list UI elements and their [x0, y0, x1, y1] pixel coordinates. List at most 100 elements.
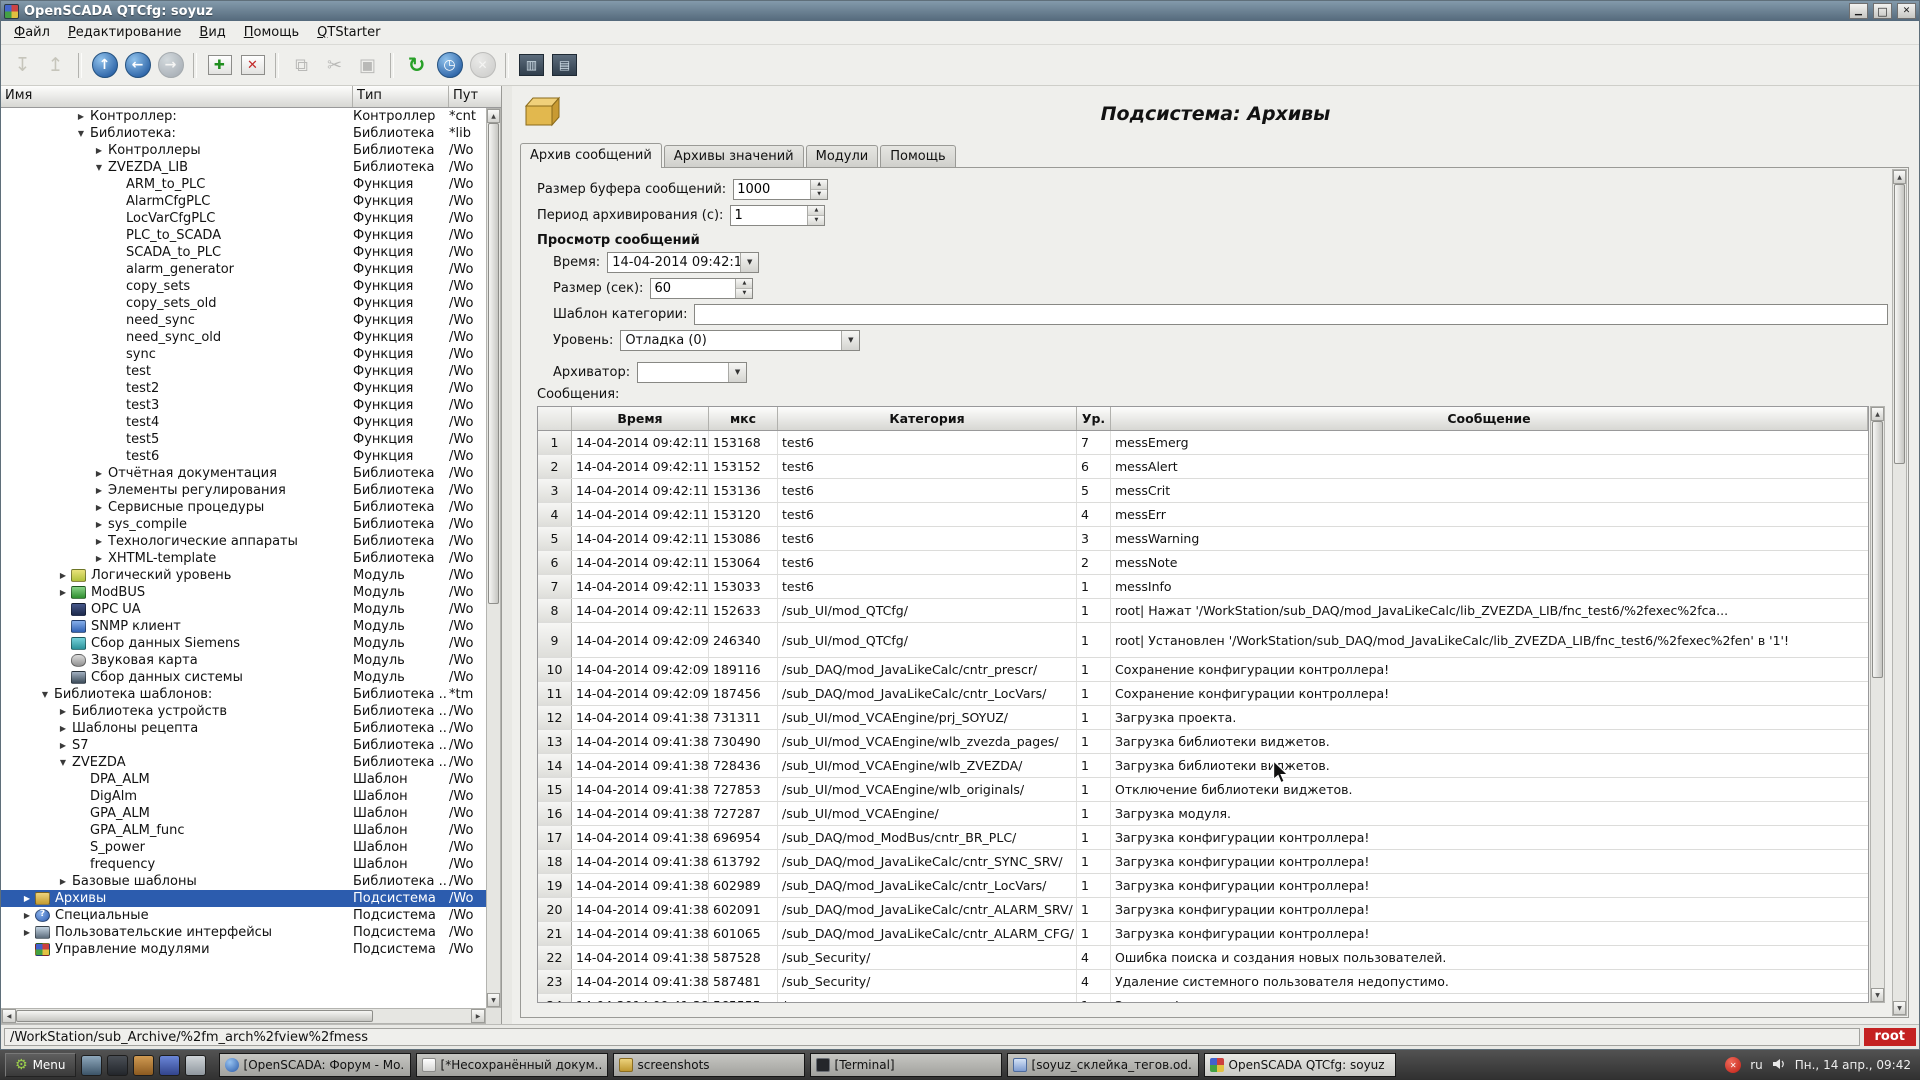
scroll-track[interactable] — [1893, 184, 1906, 1001]
tree-item[interactable]: AlarmCfgPLCФункция/Wo — [1, 193, 486, 210]
message-row[interactable]: 1214-04-2014 09:41:38731311/sub_UI/mod_V… — [538, 706, 1868, 730]
taskbar-task-2[interactable]: [*Несохранённый докум... — [416, 1053, 608, 1077]
tree-item[interactable]: copy_sets_oldФункция/Wo — [1, 295, 486, 312]
expander-toggle-icon[interactable] — [73, 125, 89, 142]
chevron-down-icon[interactable] — [740, 253, 758, 272]
expander-toggle-icon[interactable] — [19, 924, 35, 941]
tree-item[interactable]: КонтроллерыБиблиотека/Wo — [1, 142, 486, 159]
scroll-track[interactable] — [16, 1009, 471, 1023]
tree-item[interactable]: OPC UAМодуль/Wo — [1, 601, 486, 618]
expander-toggle-icon[interactable] — [91, 465, 107, 482]
tree-item[interactable]: test5Функция/Wo — [1, 431, 486, 448]
show-desktop-icon[interactable] — [81, 1055, 102, 1076]
tree-item[interactable]: test4Функция/Wo — [1, 414, 486, 431]
clock[interactable]: Пн., 14 апр., 09:42 — [1795, 1058, 1911, 1072]
manager-window-icon[interactable]: ▥ — [516, 50, 547, 81]
scroll-track[interactable] — [1871, 421, 1884, 988]
tree-item[interactable]: Звуковая картаМодуль/Wo — [1, 652, 486, 669]
tree-item[interactable]: ModBUSМодуль/Wo — [1, 584, 486, 601]
message-row[interactable]: 1514-04-2014 09:41:38727853/sub_UI/mod_V… — [538, 778, 1868, 802]
message-row[interactable]: 1114-04-2014 09:42:09187456/sub_DAQ/mod_… — [538, 682, 1868, 706]
tree-item[interactable]: GPA_ALMШаблон/Wo — [1, 805, 486, 822]
tree-item[interactable]: ARM_to_PLCФункция/Wo — [1, 176, 486, 193]
tree-item[interactable]: Управление модулямиПодсистема/Wo — [1, 941, 486, 958]
keyboard-launcher-icon[interactable] — [185, 1055, 206, 1076]
tree-item[interactable]: LocVarCfgPLCФункция/Wo — [1, 210, 486, 227]
start-update-icon[interactable]: ◷ — [434, 50, 465, 81]
expander-toggle-icon[interactable] — [19, 907, 35, 924]
close-button[interactable] — [1897, 3, 1916, 19]
tree-item[interactable]: S7Библиотека .../Wo — [1, 737, 486, 754]
scroll-down-arrow[interactable] — [1893, 1001, 1906, 1015]
scroll-thumb[interactable] — [1894, 184, 1905, 464]
scroll-down-arrow[interactable] — [487, 993, 500, 1007]
user-badge[interactable]: root — [1864, 1028, 1917, 1046]
expander-toggle-icon[interactable] — [55, 737, 71, 754]
tree-item[interactable]: SCADA_to_PLCФункция/Wo — [1, 244, 486, 261]
expander-toggle-icon[interactable] — [91, 482, 107, 499]
up-level-icon[interactable]: ↑ — [89, 50, 120, 81]
launcher-icon-2[interactable] — [133, 1055, 154, 1076]
maximize-button[interactable] — [1873, 3, 1892, 19]
tab-value-archives[interactable]: Архивы значений — [664, 145, 804, 167]
tab-help[interactable]: Помощь — [880, 145, 955, 167]
column-header-4[interactable]: Ур. — [1077, 407, 1111, 430]
tree-item[interactable]: Шаблоны рецептаБиблиотека .../Wo — [1, 720, 486, 737]
tree-item[interactable]: Элементы регулированияБиблиотека/Wo — [1, 482, 486, 499]
message-row[interactable]: 314-04-2014 09:42:11153136test65messCrit — [538, 479, 1868, 503]
path-column-header[interactable]: Пут — [449, 86, 501, 107]
tree-item[interactable]: testФункция/Wo — [1, 363, 486, 380]
tree-item[interactable]: Пользовательские интерфейсыПодсистема/Wo — [1, 924, 486, 941]
column-header-1[interactable]: Время — [572, 407, 709, 430]
tree-item[interactable]: Сбор данных системыМодуль/Wo — [1, 669, 486, 686]
view-size-input[interactable] — [651, 279, 735, 298]
back-icon[interactable]: ← — [122, 50, 153, 81]
start-menu-button[interactable]: Menu — [5, 1053, 76, 1077]
tree-item[interactable]: СпециальныеПодсистема/Wo — [1, 907, 486, 924]
message-row[interactable]: 414-04-2014 09:42:11153120test64messErr — [538, 503, 1868, 527]
menu-edit[interactable]: Редактирование — [59, 22, 190, 43]
scroll-down-arrow[interactable] — [1871, 988, 1884, 1002]
panel-splitter[interactable] — [502, 86, 512, 1024]
tab-message-archive[interactable]: Архив сообщений — [520, 143, 662, 168]
message-row[interactable]: 714-04-2014 09:42:11153033test61messInfo — [538, 575, 1868, 599]
buffer-size-input[interactable] — [734, 180, 810, 199]
tree-item[interactable]: Логический уровеньМодуль/Wo — [1, 567, 486, 584]
expander-toggle-icon[interactable] — [55, 873, 71, 890]
column-header-0[interactable] — [538, 407, 572, 430]
tree-item[interactable]: Сбор данных SiemensМодуль/Wo — [1, 635, 486, 652]
launcher-icon-3[interactable] — [159, 1055, 180, 1076]
scroll-thumb[interactable] — [488, 123, 499, 604]
tree-item[interactable]: Библиотека:Библиотека*lib — [1, 125, 486, 142]
column-header-3[interactable]: Категория — [778, 407, 1077, 430]
message-row[interactable]: 1714-04-2014 09:41:38696954/sub_DAQ/mod_… — [538, 826, 1868, 850]
view-size-spinbox[interactable] — [650, 278, 753, 299]
message-row[interactable]: 914-04-2014 09:42:09246340/sub_UI/mod_QT… — [538, 623, 1868, 658]
expander-toggle-icon[interactable] — [91, 159, 107, 176]
expander-toggle-icon[interactable] — [55, 567, 71, 584]
view-time-combo[interactable]: 14-04-2014 09:42:14 — [607, 252, 759, 273]
expander-toggle-icon[interactable] — [91, 533, 107, 550]
tree-item[interactable]: DigAlmШаблон/Wo — [1, 788, 486, 805]
refresh-icon[interactable]: ↻ — [401, 50, 432, 81]
favorites-icon[interactable]: ▤ — [549, 50, 580, 81]
tree-item[interactable]: test6Функция/Wo — [1, 448, 486, 465]
tree-item[interactable]: Библиотека устройствБиблиотека .../Wo — [1, 703, 486, 720]
scroll-right-arrow[interactable] — [471, 1009, 485, 1023]
titlebar[interactable]: OpenSCADA QTCfg: soyuz — [1, 1, 1919, 21]
archiving-period-spinbox[interactable] — [730, 205, 825, 226]
tree-item[interactable]: АрхивыПодсистема/Wo — [1, 890, 486, 907]
tree-horizontal-scrollbar[interactable] — [1, 1008, 486, 1024]
add-item-icon[interactable]: ✚ — [204, 50, 235, 81]
archiver-combo[interactable] — [637, 362, 747, 383]
expander-toggle-icon[interactable] — [91, 499, 107, 516]
chevron-down-icon[interactable] — [841, 331, 859, 350]
volume-icon[interactable] — [1772, 1058, 1786, 1073]
tree-item[interactable]: Библиотека шаблонов:Библиотека ...*tm — [1, 686, 486, 703]
spin-down-arrow[interactable] — [736, 289, 752, 298]
tree-item[interactable]: Технологические аппаратыБиблиотека/Wo — [1, 533, 486, 550]
message-row[interactable]: 1914-04-2014 09:41:38602989/sub_DAQ/mod_… — [538, 874, 1868, 898]
tree-item[interactable]: test3Функция/Wo — [1, 397, 486, 414]
tree-item[interactable]: Сервисные процедурыБиблиотека/Wo — [1, 499, 486, 516]
tree-item[interactable]: S_powerШаблон/Wo — [1, 839, 486, 856]
